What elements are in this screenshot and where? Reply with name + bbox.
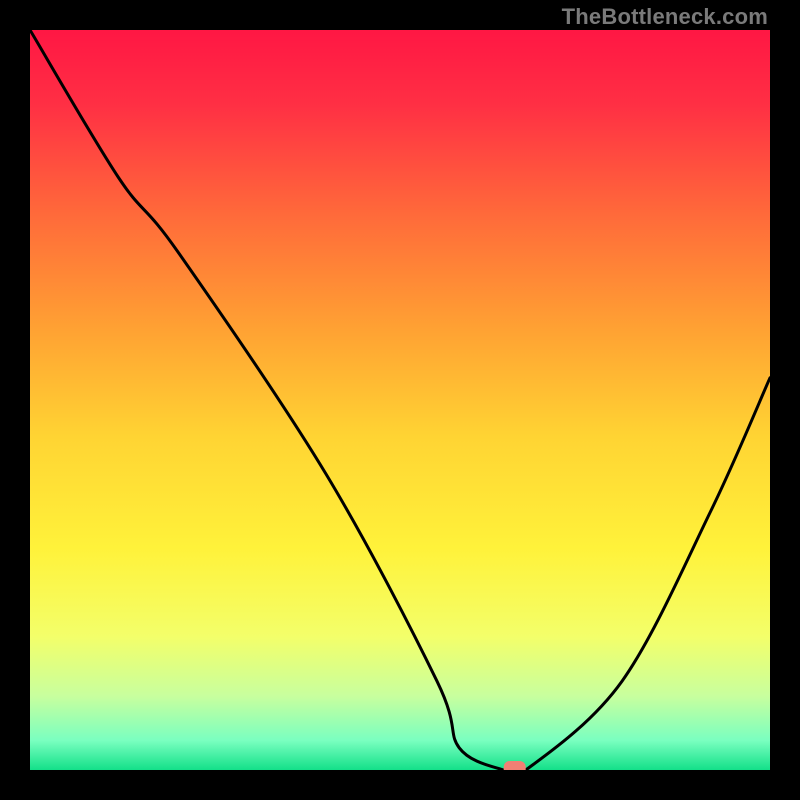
watermark-text: TheBottleneck.com (562, 4, 768, 30)
plot-area (30, 30, 770, 770)
chart-svg (30, 30, 770, 770)
chart-frame: TheBottleneck.com (0, 0, 800, 800)
optimal-marker (504, 761, 526, 770)
gradient-background (30, 30, 770, 770)
